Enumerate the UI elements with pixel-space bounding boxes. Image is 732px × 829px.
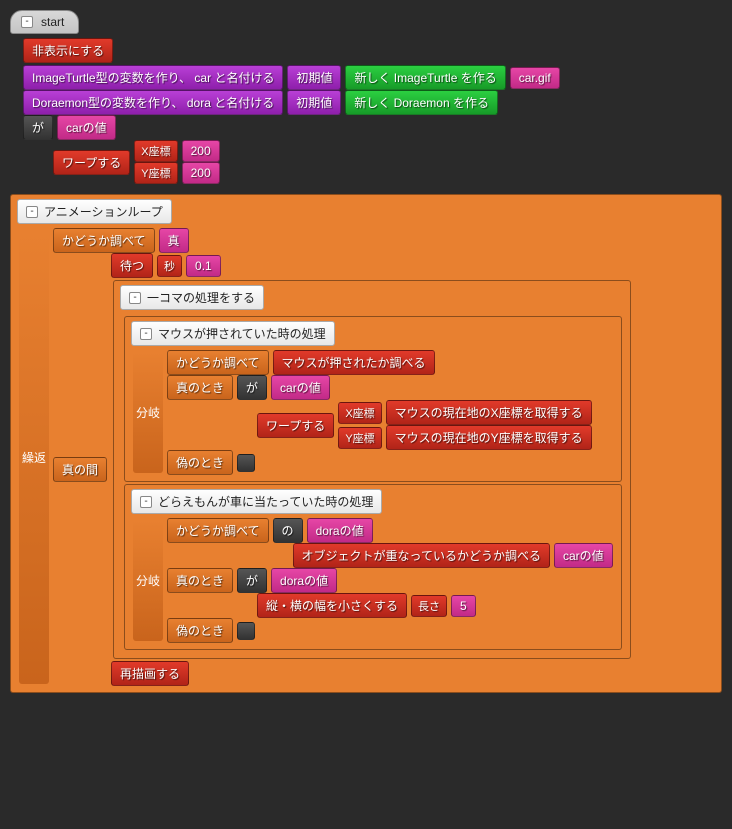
collision-dora-value2[interactable]: doraの値	[271, 568, 337, 593]
mouse-car-value[interactable]: carの値	[271, 375, 330, 400]
collision-target-ga: が	[237, 568, 267, 593]
collision-container[interactable]: - どらえもんが車に当たっていた時の処理 分岐 かどうか調べて	[124, 484, 622, 650]
wait-sec-label: 秒	[157, 255, 182, 277]
mouse-x-expr[interactable]: マウスの現在地のX座標を取得する	[386, 400, 592, 425]
warp-y-label: Y座標	[134, 162, 177, 184]
collapse-toggle[interactable]: -	[26, 206, 38, 218]
mouse-true-label: 真のとき	[167, 375, 233, 400]
mouse-title: マウスが押されていた時の処理	[158, 325, 326, 342]
new-doraemon[interactable]: 新しく Doraemon を作る	[345, 90, 498, 115]
init-label-car: 初期値	[287, 65, 341, 90]
car-value-ref[interactable]: carの値	[57, 115, 116, 140]
mouse-false-label: 偽のとき	[167, 450, 233, 475]
frame-header[interactable]: - 一コマの処理をする	[120, 285, 264, 310]
collision-check-label: かどうか調べて	[167, 518, 269, 543]
wait-block[interactable]: 待つ	[111, 253, 153, 278]
branch-side-label: 分岐	[136, 404, 160, 421]
mouse-warp-x-label: X座標	[338, 402, 381, 424]
collision-no-label: の	[273, 518, 303, 543]
mouse-warp[interactable]: ワープする	[257, 413, 334, 438]
collision-header[interactable]: - どらえもんが車に当たっていた時の処理	[131, 489, 382, 514]
collision-branch-label: 分岐	[136, 572, 160, 589]
collapse-toggle[interactable]: -	[129, 292, 141, 304]
collapse-toggle[interactable]: -	[140, 328, 152, 340]
warp-block[interactable]: ワープする	[53, 150, 130, 175]
target-ga: が	[23, 115, 53, 140]
start-hat[interactable]: - start	[10, 10, 79, 34]
mouse-container[interactable]: - マウスが押されていた時の処理 分岐 かどうか調べて	[124, 316, 622, 482]
start-label: start	[41, 15, 64, 29]
mouse-target-ga: が	[237, 375, 267, 400]
collapse-toggle[interactable]: -	[140, 496, 152, 508]
collision-title: どらえもんが車に当たっていた時の処理	[158, 493, 373, 510]
redraw-block[interactable]: 再描画する	[111, 661, 189, 686]
warp-x-label: X座標	[134, 140, 177, 162]
collapse-toggle[interactable]: -	[21, 16, 33, 28]
shrink-block[interactable]: 縦・横の幅を小さくする	[257, 593, 407, 618]
loop-header[interactable]: - アニメーションループ	[17, 199, 172, 224]
shrink-len-label: 長さ	[411, 595, 447, 617]
loop-title: アニメーションループ	[44, 203, 163, 220]
mouse-false-slot[interactable]	[237, 454, 255, 472]
declare-car[interactable]: ImageTurtle型の変数を作り、 car と名付ける	[23, 65, 283, 90]
mouse-pressed-check[interactable]: マウスが押されたか調べる	[273, 350, 435, 375]
declare-dora[interactable]: Doraemon型の変数を作り、 dora と名付ける	[23, 90, 283, 115]
warp-y-value[interactable]: 200	[182, 162, 220, 184]
repeat-side-label: 繰返	[22, 449, 46, 466]
collision-true-label: 真のとき	[167, 568, 233, 593]
mouse-header[interactable]: - マウスが押されていた時の処理	[131, 321, 335, 346]
car-filename[interactable]: car.gif	[510, 67, 560, 89]
mouse-check-label: かどうか調べて	[167, 350, 269, 375]
wait-sec-value[interactable]: 0.1	[186, 255, 221, 277]
collision-false-slot[interactable]	[237, 622, 255, 640]
collision-false-label: 偽のとき	[167, 618, 233, 643]
while-true-label: 真の間	[53, 457, 107, 482]
frame-title: 一コマの処理をする	[147, 289, 255, 306]
init-label-dora: 初期値	[287, 90, 341, 115]
collision-car-value[interactable]: carの値	[554, 543, 613, 568]
warp-x-value[interactable]: 200	[182, 140, 220, 162]
collision-overlap-check[interactable]: オブジェクトが重なっているかどうか調べる	[293, 543, 550, 568]
check-condition-label: かどうか調べて	[53, 228, 155, 253]
true-value[interactable]: 真	[159, 228, 189, 253]
mouse-y-expr[interactable]: マウスの現在地のY座標を取得する	[386, 425, 592, 450]
mouse-warp-y-label: Y座標	[338, 427, 381, 449]
frame-container[interactable]: - 一コマの処理をする - マウスが押されていた時の処理 分岐	[113, 280, 631, 659]
shrink-len-value[interactable]: 5	[451, 595, 476, 617]
hide-block[interactable]: 非表示にする	[23, 38, 113, 63]
collision-dora-value[interactable]: doraの値	[307, 518, 373, 543]
animation-loop-container[interactable]: - アニメーションループ 繰返 かどうか調べて 真 真の間 待つ 秒 0.	[10, 194, 722, 693]
new-imageturtle[interactable]: 新しく ImageTurtle を作る	[345, 65, 505, 90]
